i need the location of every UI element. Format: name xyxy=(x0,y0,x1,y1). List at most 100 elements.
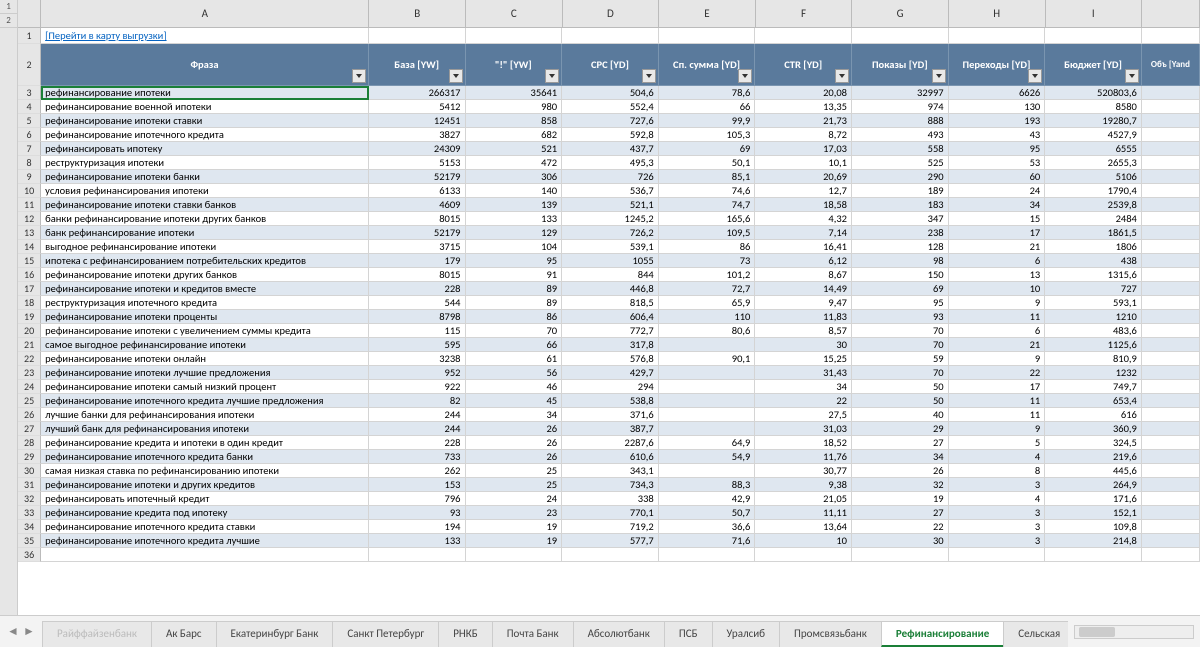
cell[interactable] xyxy=(1142,478,1200,492)
cell[interactable]: 5106 xyxy=(1045,170,1142,184)
col-header-D[interactable]: D xyxy=(563,0,660,27)
cell[interactable]: рефинансирование ипотеки лучшие предложе… xyxy=(41,366,369,380)
cell[interactable]: 42,9 xyxy=(659,492,756,506)
cell[interactable] xyxy=(659,422,756,436)
cell[interactable]: 1861,5 xyxy=(1045,226,1142,240)
select-all-corner[interactable] xyxy=(18,0,41,27)
cell[interactable]: 30 xyxy=(755,338,852,352)
row-num[interactable]: 6 xyxy=(18,128,41,142)
th-budget-yd[interactable]: Бюджет [YD] xyxy=(1045,44,1142,86)
cell[interactable]: 15 xyxy=(949,212,1046,226)
cell[interactable]: 9 xyxy=(949,352,1046,366)
cell[interactable]: 85,1 xyxy=(659,170,756,184)
row-num[interactable]: 19 xyxy=(18,310,41,324)
cell[interactable]: 66 xyxy=(466,338,563,352)
cell[interactable]: 74,7 xyxy=(659,198,756,212)
cell[interactable]: 165,6 xyxy=(659,212,756,226)
scroll-thumb[interactable] xyxy=(1079,627,1115,637)
cell[interactable] xyxy=(1142,240,1200,254)
cell[interactable]: 438 xyxy=(1045,254,1142,268)
cell[interactable]: 317,8 xyxy=(562,338,659,352)
cell[interactable]: 183 xyxy=(852,198,949,212)
cell[interactable]: 538,8 xyxy=(562,394,659,408)
cell[interactable]: 78,6 xyxy=(659,86,756,100)
cell[interactable] xyxy=(1142,212,1200,226)
cell[interactable]: 35641 xyxy=(466,86,563,100)
row-num[interactable]: 36 xyxy=(18,548,41,562)
row-num[interactable]: 29 xyxy=(18,450,41,464)
cell[interactable]: рефинансирование ипотеки других банков xyxy=(41,268,369,282)
cell[interactable]: 34 xyxy=(755,380,852,394)
row-num[interactable]: 24 xyxy=(18,380,41,394)
row-num[interactable]: 4 xyxy=(18,100,41,114)
row-num[interactable]: 35 xyxy=(18,534,41,548)
filter-icon[interactable] xyxy=(835,69,849,83)
cell[interactable]: 34 xyxy=(466,408,563,422)
cell[interactable]: 360,9 xyxy=(1045,422,1142,436)
cell[interactable]: 30 xyxy=(852,534,949,548)
cell[interactable]: 26 xyxy=(852,464,949,478)
cell[interactable]: 14,49 xyxy=(755,282,852,296)
cell[interactable]: 70 xyxy=(466,324,563,338)
cell[interactable]: 16,41 xyxy=(755,240,852,254)
cell[interactable] xyxy=(1142,114,1200,128)
cell[interactable]: 189 xyxy=(852,184,949,198)
cell[interactable]: 8015 xyxy=(369,268,466,282)
cell[interactable]: 30,77 xyxy=(755,464,852,478)
cell[interactable] xyxy=(1142,464,1200,478)
cell[interactable]: самое выгодное рефинансирование ипотеки xyxy=(41,338,369,352)
cell[interactable] xyxy=(1142,86,1200,100)
cell[interactable]: 59 xyxy=(852,352,949,366)
cell[interactable]: 577,7 xyxy=(562,534,659,548)
cell[interactable]: 2655,3 xyxy=(1045,156,1142,170)
cell[interactable]: 606,4 xyxy=(562,310,659,324)
cell[interactable]: 52179 xyxy=(369,170,466,184)
cell[interactable]: 682 xyxy=(466,128,563,142)
cell[interactable] xyxy=(1142,450,1200,464)
cell[interactable]: банк рефинансирование ипотеки xyxy=(41,226,369,240)
cell[interactable]: 56 xyxy=(466,366,563,380)
cell[interactable]: 2287,6 xyxy=(562,436,659,450)
row-num[interactable]: 23 xyxy=(18,366,41,380)
row-num[interactable]: 30 xyxy=(18,464,41,478)
cell[interactable]: 24309 xyxy=(369,142,466,156)
row-num[interactable]: 32 xyxy=(18,492,41,506)
cell[interactable] xyxy=(1142,520,1200,534)
cell[interactable]: 20,69 xyxy=(755,170,852,184)
cell[interactable]: 347 xyxy=(852,212,949,226)
cell[interactable]: 10,1 xyxy=(755,156,852,170)
th-base-yw[interactable]: База [YW] xyxy=(369,44,466,86)
cell[interactable]: 437,7 xyxy=(562,142,659,156)
cell[interactable]: 66 xyxy=(659,100,756,114)
filter-icon[interactable] xyxy=(1125,69,1139,83)
cell[interactable]: 17 xyxy=(949,380,1046,394)
cell[interactable]: 3238 xyxy=(369,352,466,366)
cell[interactable] xyxy=(1142,548,1200,562)
sheet-tab[interactable]: Абсолютбанк xyxy=(573,621,665,647)
cell[interactable] xyxy=(1142,380,1200,394)
cell[interactable]: 6133 xyxy=(369,184,466,198)
cell[interactable] xyxy=(1142,282,1200,296)
cell[interactable] xyxy=(1142,156,1200,170)
cell[interactable] xyxy=(1142,198,1200,212)
cell[interactable]: 818,5 xyxy=(562,296,659,310)
cell[interactable]: 770,1 xyxy=(562,506,659,520)
col-header-I[interactable]: I xyxy=(1046,0,1143,27)
cell-G1[interactable] xyxy=(852,28,949,44)
cell[interactable]: 27 xyxy=(852,436,949,450)
row-num[interactable]: 15 xyxy=(18,254,41,268)
cell-F1[interactable] xyxy=(755,28,852,44)
cell-D1[interactable] xyxy=(562,28,659,44)
cell[interactable] xyxy=(1142,394,1200,408)
tab-prev-icon[interactable]: ◄ xyxy=(6,625,20,639)
cell[interactable]: 17,03 xyxy=(755,142,852,156)
cell[interactable]: 27,5 xyxy=(755,408,852,422)
cell[interactable]: выгодное рефинансирование ипотеки xyxy=(41,240,369,254)
cell[interactable]: самая низкая ставка по рефинансированию … xyxy=(41,464,369,478)
cell[interactable]: 595 xyxy=(369,338,466,352)
cell[interactable]: 4 xyxy=(949,492,1046,506)
cell[interactable]: 952 xyxy=(369,366,466,380)
cell[interactable]: 576,8 xyxy=(562,352,659,366)
cell[interactable]: 40 xyxy=(852,408,949,422)
cell[interactable]: 72,7 xyxy=(659,282,756,296)
